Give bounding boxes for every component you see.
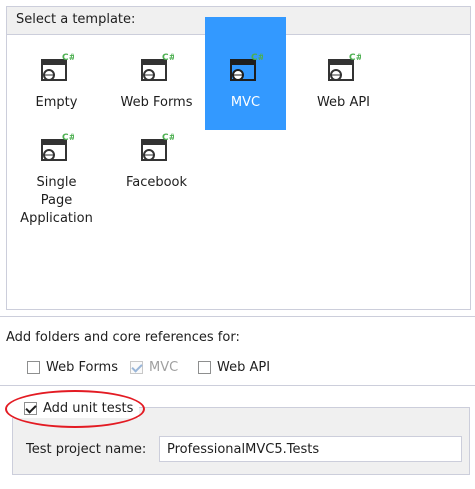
csharp-web-project-icon: C# <box>40 51 76 83</box>
checkbox-label: MVC <box>149 359 179 375</box>
csharp-web-project-icon: C# <box>327 51 363 83</box>
template-web-forms[interactable]: C# Web Forms <box>116 44 197 130</box>
test-project-name-input[interactable] <box>159 436 462 462</box>
template-list-panel: Select a template: C# Empty C# Web Forms <box>6 6 471 310</box>
template-mvc[interactable]: C# MVC <box>205 17 286 130</box>
template-single-page-application[interactable]: C# Single Page Application <box>16 124 97 226</box>
csharp-web-project-icon: C# <box>140 131 176 163</box>
checkbox-label: Web API <box>217 359 271 375</box>
checkbox-box[interactable] <box>24 401 37 415</box>
checkbox-web-forms[interactable]: Web Forms <box>27 358 118 376</box>
template-label: Single Page Application <box>20 175 93 226</box>
checkbox-label: Web Forms <box>46 359 118 375</box>
template-label: Web API <box>316 95 371 110</box>
csharp-web-project-icon: C# <box>40 131 76 163</box>
template-label: Empty <box>35 95 78 110</box>
svg-text:C#: C# <box>62 53 74 63</box>
checkbox-add-unit-tests[interactable]: Add unit tests <box>12 398 140 418</box>
checkbox-label: Add unit tests <box>43 400 134 416</box>
checkbox-web-api[interactable]: Web API <box>198 358 270 376</box>
svg-text:C#: C# <box>349 53 361 63</box>
csharp-web-project-icon: C# <box>229 51 265 83</box>
divider <box>0 385 475 386</box>
template-empty[interactable]: C# Empty <box>16 44 97 130</box>
template-label: MVC <box>230 95 261 110</box>
checkbox-box[interactable] <box>27 360 40 374</box>
svg-text:C#: C# <box>162 133 174 143</box>
svg-text:C#: C# <box>251 53 263 63</box>
template-facebook[interactable]: C# Facebook <box>116 124 197 210</box>
csharp-web-project-icon: C# <box>140 51 176 83</box>
template-label: Facebook <box>125 175 188 190</box>
svg-text:C#: C# <box>162 53 174 63</box>
template-header-label: Select a template: <box>16 12 136 27</box>
template-web-api[interactable]: C# Web API <box>303 44 384 130</box>
checkbox-box <box>130 360 143 374</box>
divider <box>0 316 475 317</box>
checkbox-box[interactable] <box>198 360 211 374</box>
svg-text:C#: C# <box>62 133 74 143</box>
checkbox-mvc: MVC <box>130 358 178 376</box>
references-label: Add folders and core references for: <box>6 330 240 345</box>
test-project-name-label: Test project name: <box>26 442 147 457</box>
template-label: Web Forms <box>120 95 193 110</box>
